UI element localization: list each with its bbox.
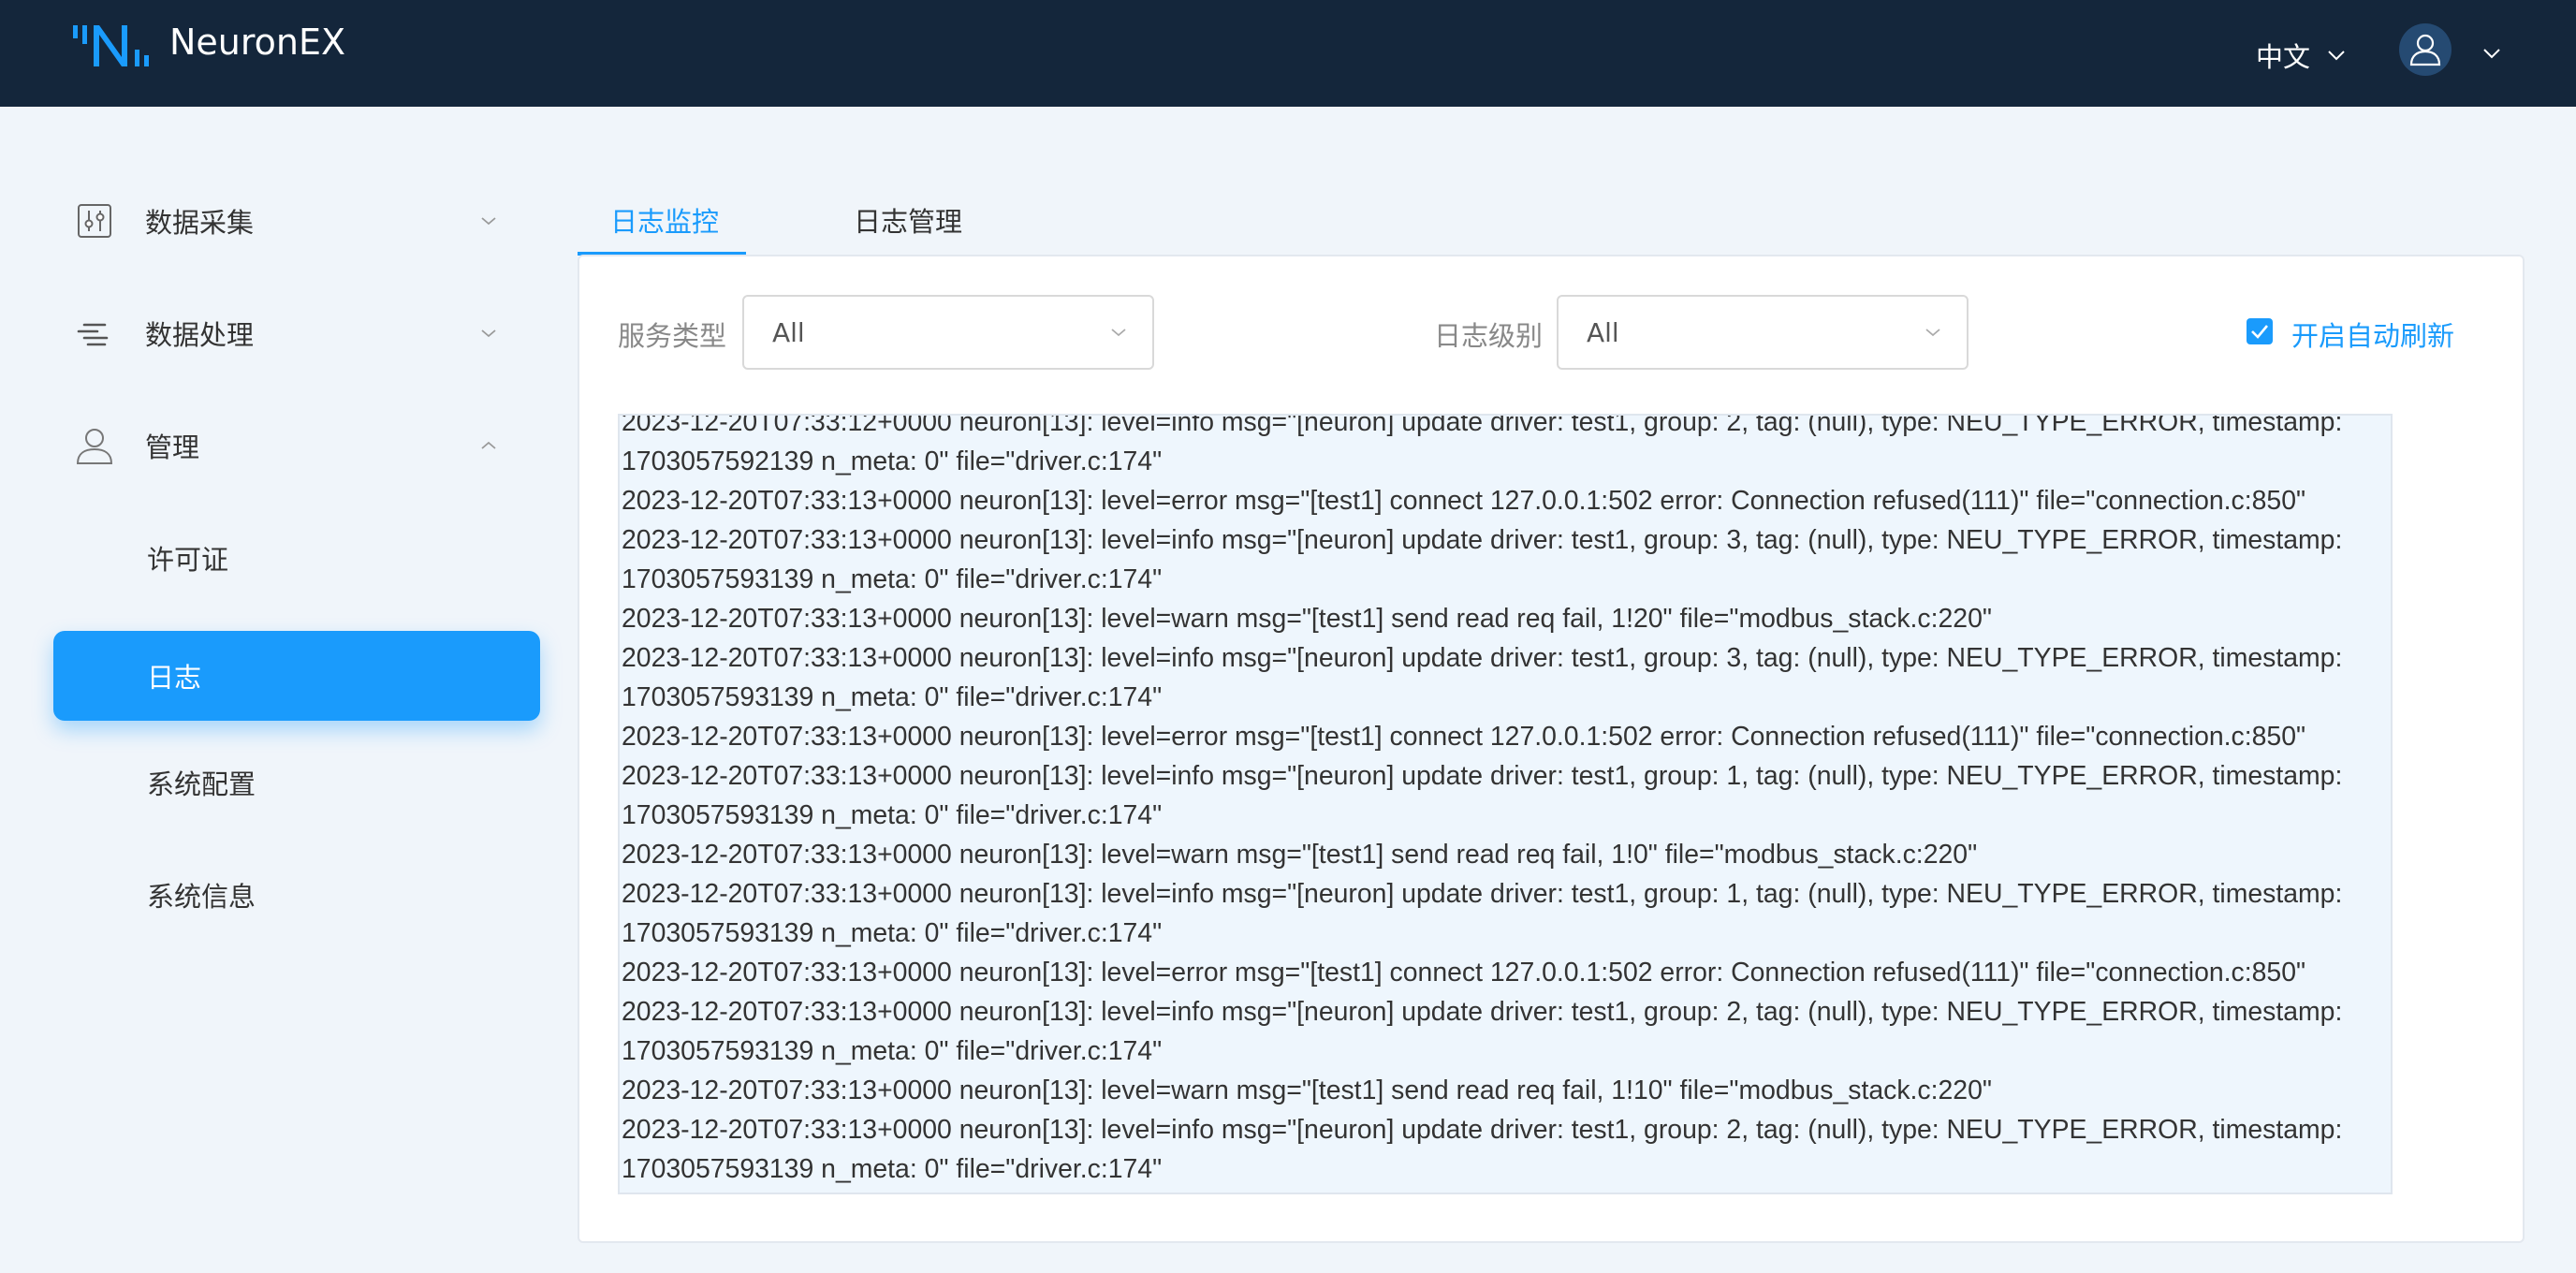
sidebar-item-data-processing[interactable]: 数据处理 <box>53 288 540 378</box>
sidebar-subitem-label: 许可证 <box>147 544 229 576</box>
log-line: 2023-12-20T07:33:13+0000 neuron[13]: lev… <box>622 525 2350 594</box>
log-line: 2023-12-20T07:33:13+0000 neuron[13]: lev… <box>622 958 2306 988</box>
sidebar-item-data-collection[interactable]: 数据采集 <box>53 176 540 266</box>
chevron-down-icon <box>2328 51 2345 61</box>
log-line: 2023-12-20T07:33:13+0000 neuron[13]: lev… <box>622 997 2350 1066</box>
tab-bar: 日志监控 日志管理 <box>578 182 2525 256</box>
log-list: 2023-12-20T07:33:12+0000 neuron[13]: lev… <box>622 414 2391 1189</box>
sidebar-item-label: 数据采集 <box>145 207 255 239</box>
service-type-select[interactable]: All <box>742 295 1154 370</box>
select-value: All <box>1587 316 1619 348</box>
sidebar-subitem-system-info[interactable]: 系统信息 <box>53 850 540 940</box>
chevron-down-icon <box>481 329 496 338</box>
sidebar-subitem-label: 日志 <box>147 662 202 694</box>
auto-refresh-checkbox[interactable] <box>2247 318 2273 344</box>
auto-refresh-label[interactable]: 开启自动刷新 <box>2291 315 2454 354</box>
log-line: 2023-12-20T07:33:13+0000 neuron[13]: lev… <box>622 486 2306 516</box>
log-line: 2023-12-20T07:33:13+0000 neuron[13]: lev… <box>622 604 1992 634</box>
log-level-label: 日志级别 <box>1434 320 1544 352</box>
log-line: 2023-12-20T07:33:13+0000 neuron[13]: lev… <box>622 761 2350 830</box>
chevron-down-icon <box>1925 329 1940 337</box>
sidebar-subitem-label: 系统配置 <box>147 768 256 800</box>
sidebar-subitem-license[interactable]: 许可证 <box>53 513 540 603</box>
tab-log-management[interactable]: 日志管理 <box>854 200 962 240</box>
log-level-select[interactable]: All <box>1557 295 1969 370</box>
top-header: NeuronEX 中文 <box>0 0 2576 107</box>
sidebar-item-management[interactable]: 管理 <box>53 401 540 490</box>
neuronex-logo[interactable] <box>71 21 154 69</box>
log-line: 2023-12-20T07:33:13+0000 neuron[13]: lev… <box>622 643 2350 712</box>
app-name: NeuronEX <box>169 22 346 63</box>
log-line: 2023-12-20T07:33:13+0000 neuron[13]: lev… <box>622 1115 2350 1184</box>
sidebar-subitem-logs[interactable]: 日志 <box>53 631 540 721</box>
select-value: All <box>772 316 805 348</box>
stream-icon <box>77 323 109 346</box>
chevron-down-icon <box>1111 329 1126 337</box>
user-menu-chevron-icon[interactable] <box>2482 48 2501 59</box>
neuron-logo-icon <box>73 25 149 66</box>
user-outline-icon <box>76 429 113 464</box>
sidebar-item-label: 数据处理 <box>145 319 255 351</box>
log-line: 2023-12-20T07:33:13+0000 neuron[13]: lev… <box>622 879 2350 948</box>
chevron-down-icon <box>481 217 496 226</box>
service-type-label: 服务类型 <box>618 320 727 352</box>
user-icon <box>2409 34 2441 66</box>
sidebar: 数据采集 数据处理 管理 许可证 日志 系统配置 系统信息 <box>0 107 562 1273</box>
log-line: 2023-12-20T07:33:12+0000 neuron[13]: lev… <box>622 414 2350 476</box>
language-selector[interactable]: 中文 <box>2256 36 2346 75</box>
log-line: 2023-12-20T07:33:13+0000 neuron[13]: lev… <box>622 840 1978 870</box>
user-avatar[interactable] <box>2399 23 2452 76</box>
sidebar-subitem-system-config[interactable]: 系统配置 <box>53 738 540 827</box>
log-line: 2023-12-20T07:33:13+0000 neuron[13]: lev… <box>622 1075 1992 1105</box>
tab-log-monitor[interactable]: 日志监控 <box>610 200 719 240</box>
log-panel: 服务类型 All 日志级别 All 开启自动刷新 2023-12-20T07:3… <box>578 255 2525 1243</box>
chevron-up-icon <box>481 441 496 449</box>
sidebar-item-label: 管理 <box>145 432 200 463</box>
sidebar-subitem-label: 系统信息 <box>147 881 256 913</box>
language-label: 中文 <box>2256 41 2311 73</box>
log-output[interactable]: 2023-12-20T07:33:12+0000 neuron[13]: lev… <box>618 414 2393 1194</box>
sliders-icon <box>78 204 111 238</box>
log-line: 2023-12-20T07:33:13+0000 neuron[13]: lev… <box>622 722 2306 752</box>
check-icon <box>2251 325 2268 339</box>
